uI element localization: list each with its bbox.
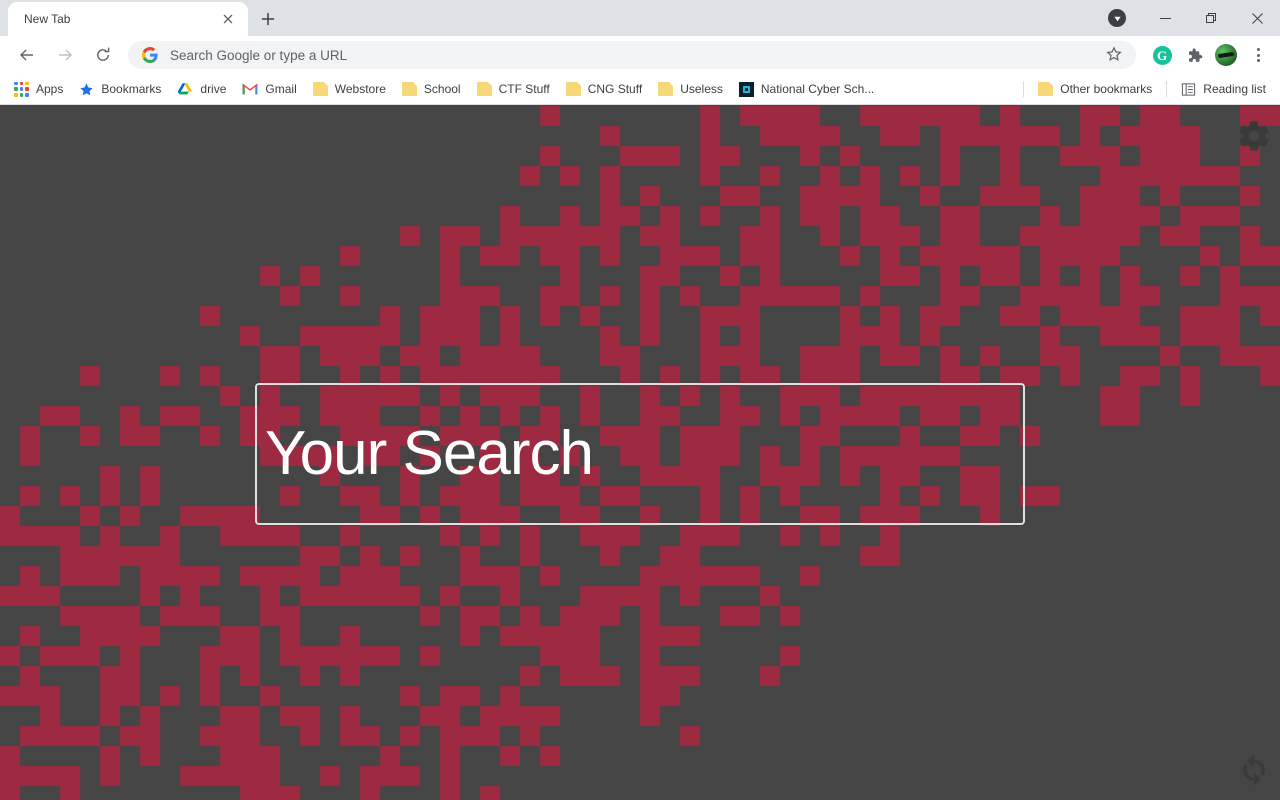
minimize-button[interactable]: [1142, 0, 1188, 36]
gear-icon[interactable]: [1236, 118, 1272, 154]
browser-window: New Tab Search Google or type a URL G Ap…: [0, 0, 1280, 800]
bookmark-label: School: [423, 82, 461, 96]
bookmark-label: Other bookmarks: [1060, 82, 1153, 96]
bookmark-item-bookmarks[interactable]: Bookmarks: [71, 78, 169, 101]
bookmark-label: National Cyber Sch...: [760, 82, 875, 96]
folder-icon: [565, 82, 581, 96]
sync-icon[interactable]: [1236, 752, 1272, 788]
omnibox-text: Search Google or type a URL: [170, 47, 348, 63]
chrome-menu-icon[interactable]: [1244, 41, 1272, 69]
bookmark-label: drive: [200, 82, 227, 96]
bookmarks-divider: [1166, 81, 1168, 97]
bookmarks-bar: Apps Bookmarks drive Gmail Webstore Scho…: [0, 74, 1280, 105]
bookmark-item-apps[interactable]: Apps: [6, 78, 71, 101]
google-icon: [142, 47, 158, 63]
forward-icon[interactable]: [51, 41, 79, 69]
reload-icon[interactable]: [89, 41, 117, 69]
new-tab-button[interactable]: [254, 5, 282, 33]
bookmark-label: Reading list: [1203, 82, 1266, 96]
bookmark-item-useless[interactable]: Useless: [650, 78, 731, 100]
bookmark-item-school[interactable]: School: [394, 78, 469, 100]
maximize-button[interactable]: [1188, 0, 1234, 36]
folder-icon: [658, 82, 674, 96]
search-input[interactable]: Your Search: [255, 383, 1025, 525]
bookmark-item-reading-list[interactable]: Reading list: [1173, 78, 1274, 101]
reading-list-icon: [1181, 82, 1196, 97]
folder-icon: [476, 82, 492, 96]
bookmark-label: Gmail: [265, 82, 297, 96]
page-content: Your Search: [0, 106, 1280, 800]
bookmark-item-cng-stuff[interactable]: CNG Stuff: [558, 78, 650, 100]
apps-grid-icon: [14, 81, 29, 97]
bookmarks-divider: [1023, 81, 1025, 97]
omnibox[interactable]: Search Google or type a URL: [128, 41, 1136, 69]
folder-icon: [1038, 82, 1054, 96]
back-icon[interactable]: [13, 41, 41, 69]
folder-icon: [312, 82, 328, 96]
browser-toolbar: Search Google or type a URL G: [0, 36, 1280, 74]
bookmark-item-ctf-stuff[interactable]: CTF Stuff: [469, 78, 558, 100]
bookmark-label: CNG Stuff: [587, 82, 643, 96]
bookmark-item-webstore[interactable]: Webstore: [305, 78, 394, 100]
bookmark-label: Useless: [680, 82, 723, 96]
bookmark-item-other-bookmarks[interactable]: Other bookmarks: [1030, 78, 1160, 100]
google-drive-icon: [177, 82, 193, 97]
tab-strip: New Tab: [0, 0, 1280, 36]
tab-new-tab[interactable]: New Tab: [8, 2, 248, 36]
bookmark-label: Bookmarks: [101, 82, 162, 96]
kebab-icon: [1249, 46, 1267, 64]
close-window-button[interactable]: [1234, 0, 1280, 36]
national-cyber-school-icon: [738, 81, 754, 97]
star-icon: [79, 82, 94, 97]
gmail-icon: [242, 83, 258, 96]
search-input-value: Your Search: [265, 419, 594, 488]
window-controls: [1108, 0, 1280, 36]
download-indicator-icon[interactable]: [1108, 9, 1126, 27]
folder-icon: [401, 82, 417, 96]
bookmark-item-drive[interactable]: drive: [169, 78, 234, 101]
close-icon[interactable]: [218, 9, 238, 29]
bookmark-label: CTF Stuff: [498, 82, 550, 96]
bookmark-label: Apps: [36, 82, 64, 96]
grammarly-glyph: G: [1152, 45, 1172, 65]
extensions-puzzle-icon[interactable]: [1180, 41, 1208, 69]
grammarly-extension-icon[interactable]: G: [1148, 41, 1176, 69]
bookmark-item-gmail[interactable]: Gmail: [234, 78, 304, 100]
bookmark-star-icon[interactable]: [1106, 46, 1124, 64]
bookmark-label: Webstore: [334, 82, 386, 96]
avatar: [1215, 44, 1237, 66]
tab-title: New Tab: [24, 12, 71, 26]
profile-avatar[interactable]: [1212, 41, 1240, 69]
bookmark-item-national-cyber-school[interactable]: National Cyber Sch...: [731, 78, 882, 101]
search-field-wrapper: Your Search: [255, 383, 1025, 525]
